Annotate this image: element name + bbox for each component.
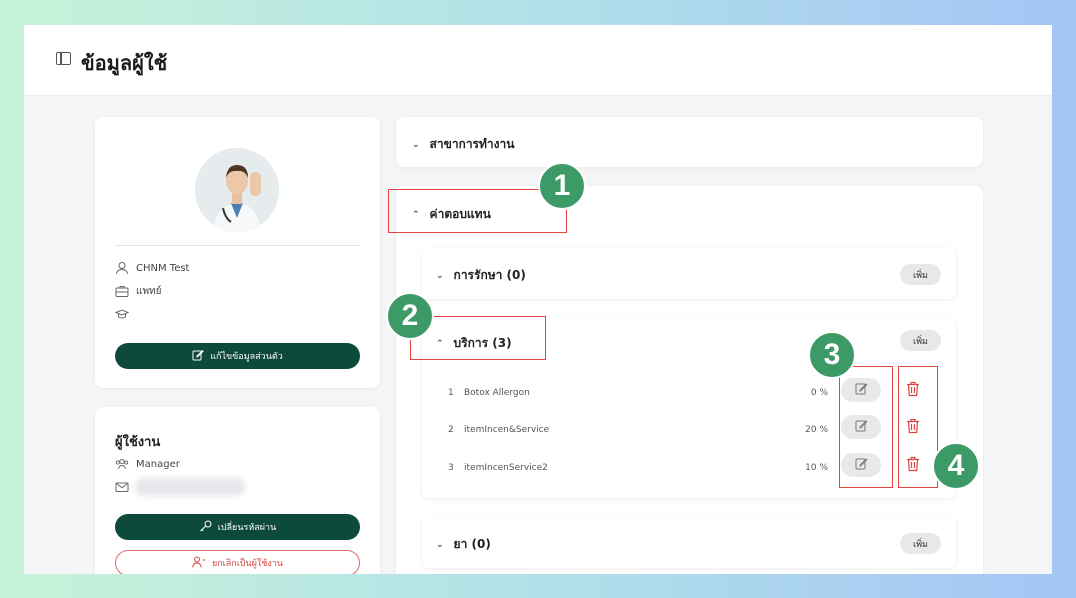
app-window: ข้อมูลผู้ใช้ CHNM Test แพทย์ แก้ไขข้อมูล… [24, 25, 1052, 574]
step-badge-2: 2 [386, 292, 434, 340]
blurred-email [135, 478, 245, 496]
step-badge-4: 4 [932, 442, 980, 490]
cancel-user-button[interactable]: ยกเลิกเป็นผู้ใช้งาน [115, 550, 360, 574]
treatment-header[interactable]: ⌄ การรักษา (0) [436, 266, 526, 285]
row-number: 2 [448, 425, 454, 435]
graduation-cap-icon [114, 307, 130, 321]
drug-label: ยา (0) [453, 537, 491, 551]
drug-panel: ⌄ ยา (0) เพิ่ม [422, 516, 956, 568]
profile-name-row: CHNM Test [115, 260, 189, 276]
chevron-down-icon: ⌄ [436, 539, 444, 550]
step-badge-3: 3 [808, 331, 856, 379]
edit-profile-button[interactable]: แก้ไขข้อมูลส่วนตัว [115, 343, 360, 369]
briefcase-icon [115, 284, 129, 298]
add-service-button[interactable]: เพิ่ม [900, 330, 941, 351]
user-section-title: ผู้ใช้งาน [115, 435, 161, 450]
email-row [115, 479, 136, 495]
row-percent: 20 % [805, 425, 828, 435]
page-title: ข้อมูลผู้ใช้ [81, 51, 168, 75]
edit-icon [192, 349, 205, 364]
row-number: 1 [448, 388, 454, 398]
row-percent: 0 % [810, 388, 828, 398]
avatar [195, 148, 279, 232]
top-bar: ข้อมูลผู้ใช้ [24, 25, 1052, 96]
profile-education-row [114, 306, 136, 322]
profile-divider [115, 245, 360, 246]
row-name: Botox Allergon [464, 388, 530, 398]
drug-header[interactable]: ⌄ ยา (0) [436, 535, 491, 554]
cancel-user-label: ยกเลิกเป็นผู้ใช้งาน [211, 559, 284, 569]
compensation-accordion: ⌃ ค่าตอบแทน ⌄ การรักษา (0) เพิ่ม ⌃ บริกา… [396, 186, 983, 574]
mail-icon [115, 480, 129, 494]
row-number: 3 [448, 463, 454, 473]
row-percent: 10 % [805, 463, 828, 473]
change-password-button[interactable]: เปลี่ยนรหัสผ่าน [115, 514, 360, 540]
profile-name: CHNM Test [136, 262, 190, 274]
add-drug-button[interactable]: เพิ่ม [900, 533, 941, 554]
person-icon [115, 261, 129, 275]
remove-user-icon [192, 556, 206, 571]
branch-header[interactable]: ⌄ สาขาการทำงาน [412, 135, 514, 154]
chevron-down-icon: ⌄ [436, 270, 444, 281]
profile-card: CHNM Test แพทย์ แก้ไขข้อมูลส่วนตัว [95, 117, 380, 388]
key-icon [199, 520, 212, 535]
profile-role: แพทย์ [136, 285, 162, 297]
profile-role-row: แพทย์ [115, 283, 162, 299]
treatment-panel: ⌄ การรักษา (0) เพิ่ม [422, 247, 956, 299]
chevron-down-icon: ⌄ [412, 139, 420, 150]
permission-row: Manager [115, 456, 180, 472]
branch-label: สาขาการทำงาน [429, 137, 515, 151]
add-treatment-button[interactable]: เพิ่ม [900, 264, 941, 285]
highlight-edit-column [839, 366, 893, 488]
branch-accordion[interactable]: ⌄ สาขาการทำงาน [396, 117, 983, 167]
edit-profile-label: แก้ไขข้อมูลส่วนตัว [210, 352, 283, 362]
row-name: itemIncen&Service [464, 425, 550, 435]
user-account-card: ผู้ใช้งาน Manager เปลี่ยนรหัสผ่าน ยกเลิก… [95, 407, 380, 574]
permission-value: Manager [136, 458, 180, 470]
row-name: itemIncenService2 [464, 463, 548, 473]
change-password-label: เปลี่ยนรหัสผ่าน [217, 523, 277, 533]
users-icon [115, 457, 129, 471]
sidebar-toggle-icon[interactable] [56, 52, 71, 65]
step-badge-1: 1 [538, 162, 586, 210]
treatment-label: การรักษา (0) [453, 268, 526, 282]
